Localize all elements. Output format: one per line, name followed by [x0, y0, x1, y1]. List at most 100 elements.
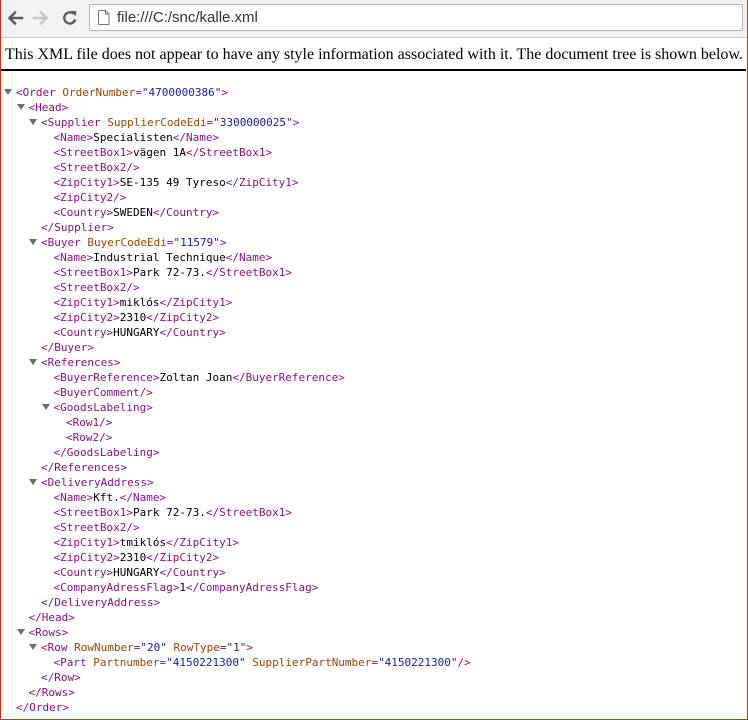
xml-attribute-value: "4150221300"	[378, 656, 458, 669]
xml-tag: </ZipCity1>	[159, 296, 233, 309]
xml-attribute-name: RowNumber	[74, 641, 134, 654]
collapse-triangle-icon[interactable]	[4, 88, 12, 96]
xml-text: 2310	[119, 311, 147, 324]
xml-tag: <GoodsLabeling>	[53, 401, 153, 414]
collapse-triangle-icon[interactable]	[29, 358, 37, 366]
xml-text: Park 72-73.	[132, 506, 206, 519]
url-text[interactable]: file:///C:/snc/kalle.xml	[117, 5, 258, 30]
xml-tag: </Name>	[119, 491, 167, 504]
collapse-triangle-icon[interactable]	[41, 403, 50, 411]
xml-tag: <StreetBox1>	[53, 146, 133, 159]
xml-line: <DeliveryAddress>	[29, 475, 154, 490]
xml-tag: <Head>	[28, 101, 69, 114]
xml-text: HUNGARY	[113, 326, 160, 339]
xml-tag: </ZipCity1>	[166, 536, 239, 549]
xml-line: <Name>Kft.</Name>	[54, 490, 167, 505]
reload-icon	[63, 10, 77, 25]
xml-text: Zoltan Joan	[159, 371, 233, 384]
xml-line: <ZipCity1>SE-135 49 Tyreso</ZipCity1>	[54, 175, 299, 190]
arrow-left-icon	[7, 10, 24, 26]
xml-tag: <Country>	[53, 206, 114, 219]
xml-line: <StreetBox2/>	[54, 160, 140, 175]
xml-line: <Row RowNumber="20" RowType="1">	[29, 640, 253, 655]
xml-tag: <Supplier	[41, 116, 101, 129]
xml-tag: <Rows>	[28, 626, 69, 639]
xml-text: Industrial Technique	[93, 251, 226, 264]
xml-line: <StreetBox2/>	[54, 520, 140, 535]
xml-tag: <References>	[41, 356, 121, 369]
xml-line: <BuyerReference>Zoltan Joan</BuyerRefere…	[54, 370, 345, 385]
back-button[interactable]	[3, 6, 27, 30]
xml-tag: >	[221, 86, 228, 99]
xml-line: <Head>	[16, 100, 69, 115]
xml-line: <GoodsLabeling>	[41, 400, 153, 415]
xml-attribute-name: RowType	[173, 641, 220, 654]
xml-line: </DeliveryAddress>	[41, 595, 160, 610]
xml-line: <Country>SWEDEN</Country>	[54, 205, 220, 220]
xml-attribute-name: OrderNumber	[62, 86, 136, 99]
xml-line: <StreetBox1>Park 72-73.</StreetBox1>	[54, 505, 292, 520]
xml-tag: </Name>	[172, 131, 220, 144]
xml-tag: <Name>	[53, 131, 94, 144]
xml-line: <Part Partnumber="4150221300" SupplierPa…	[54, 655, 471, 670]
xml-line: </Supplier>	[41, 220, 114, 235]
xml-attribute-value: "1"	[226, 641, 247, 654]
xml-line: <StreetBox1>vägen 1A</StreetBox1>	[54, 145, 273, 160]
xml-tag: </Name>	[225, 251, 273, 264]
xml-tag: />	[457, 656, 471, 669]
xml-line: <ZipCity2>2310</ZipCity2>	[54, 550, 220, 565]
xml-tag: </Supplier>	[41, 221, 114, 234]
xml-line: <References>	[29, 355, 121, 370]
xml-tag: <Name>	[53, 251, 94, 264]
xml-line: <Country>HUNGARY</Country>	[54, 325, 226, 340]
collapse-triangle-icon[interactable]	[29, 643, 37, 651]
address-bar[interactable]: file:///C:/snc/kalle.xml	[89, 4, 743, 31]
xml-tag: <Part	[53, 656, 87, 669]
forward-button[interactable]	[29, 6, 53, 30]
xml-line: <Rows>	[16, 625, 69, 640]
xml-line: <Buyer BuyerCodeEdi="11579">	[29, 235, 227, 250]
xml-tag: </CompanyAdressFlag>	[185, 581, 319, 594]
collapse-triangle-icon[interactable]	[16, 103, 25, 111]
xml-attribute-name: BuyerCodeEdi	[87, 236, 167, 249]
xml-line: </Rows>	[29, 685, 75, 700]
xml-tag: <BuyerComment/>	[53, 386, 153, 399]
info-divider	[1, 69, 746, 71]
xml-tag: </Buyer>	[41, 341, 94, 354]
window-frame-left	[0, 0, 1, 720]
xml-tag: </StreetBox1>	[185, 146, 273, 159]
xml-text: 2310	[119, 551, 147, 564]
xml-tag: <DeliveryAddress>	[41, 476, 154, 489]
collapse-triangle-icon[interactable]	[29, 238, 37, 246]
xml-tag: <ZipCity2>	[53, 311, 120, 324]
xml-text: SWEDEN	[113, 206, 153, 219]
xml-tag: </GoodsLabeling>	[53, 446, 160, 459]
xml-tag: </Country>	[159, 566, 226, 579]
xml-tag: >	[219, 236, 227, 249]
xml-line: <Country>HUNGARY</Country>	[54, 565, 226, 580]
collapse-triangle-icon[interactable]	[16, 628, 25, 636]
page-icon	[98, 10, 110, 25]
xml-tag: <BuyerReference>	[53, 371, 160, 384]
browser-toolbar: file:///C:/snc/kalle.xml	[1, 0, 747, 38]
xml-tag: <ZipCity2/>	[53, 191, 127, 204]
xml-text: tmiklós	[119, 536, 167, 549]
reload-button[interactable]	[58, 6, 82, 30]
xml-line: <ZipCity1>miklós</ZipCity1>	[54, 295, 233, 310]
xml-tag: <ZipCity1>	[53, 296, 120, 309]
xml-tag: </StreetBox1>	[205, 506, 292, 519]
xml-line: <ZipCity2/>	[54, 190, 127, 205]
xml-tag: <Row1/>	[66, 416, 113, 429]
xml-tag: <StreetBox1>	[53, 266, 133, 279]
xml-tag: <CompanyAdressFlag>	[53, 581, 180, 594]
xml-line: <Supplier SupplierCodeEdi="3300000025">	[29, 115, 299, 130]
xml-line: </Head>	[29, 610, 75, 625]
xml-tag: <ZipCity2>	[53, 551, 120, 564]
collapse-triangle-icon[interactable]	[29, 118, 37, 126]
collapse-triangle-icon[interactable]	[29, 478, 37, 486]
xml-attribute-value: "4150221300"	[166, 656, 246, 669]
xml-tag: </Country>	[159, 326, 226, 339]
xml-tag: </StreetBox1>	[205, 266, 292, 279]
xml-tag: </BuyerReference>	[232, 371, 345, 384]
xml-tag: </Head>	[28, 611, 75, 624]
